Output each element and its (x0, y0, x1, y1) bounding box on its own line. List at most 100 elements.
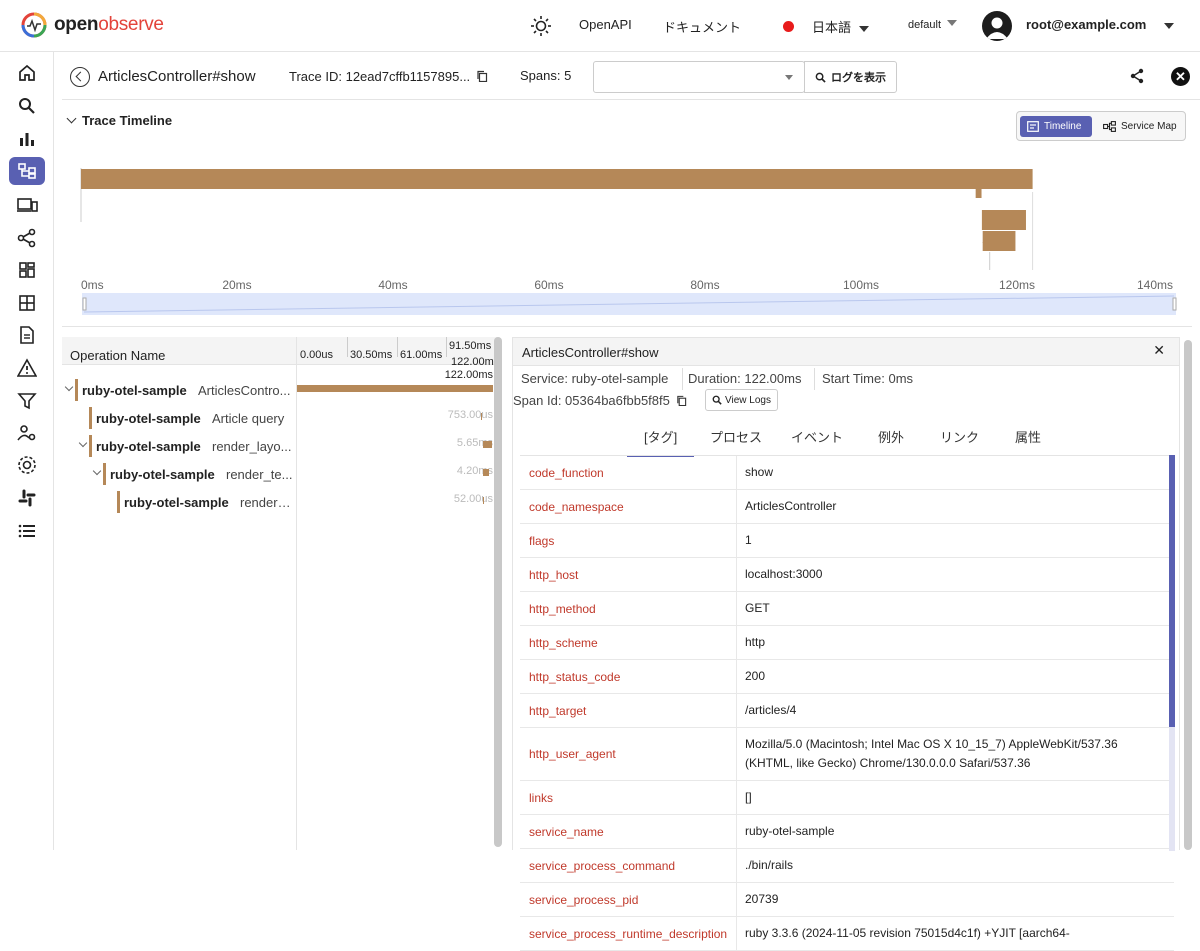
logo-icon (21, 12, 47, 38)
tab-tags[interactable]: [タグ] (627, 427, 695, 457)
share-icon[interactable] (1130, 68, 1144, 89)
trace-timeline-toggle[interactable]: Trace Timeline (66, 113, 172, 128)
sidebar-item-streams[interactable] (9, 289, 45, 317)
span-detail-title: ArticlesController#show (522, 345, 659, 360)
tag-row: flags 1 (520, 524, 1174, 558)
tag-value: 200 (745, 669, 766, 683)
user-menu[interactable]: root@example.com (1026, 17, 1175, 32)
tick-line (347, 337, 348, 357)
span-tree-row[interactable]: ruby-otel-sample render_... 52.00us (62, 488, 497, 516)
trace-timeline-chart[interactable]: 0ms 20ms 40ms 60ms 80ms 100ms 120ms 140ms (54, 152, 1200, 320)
sidebar-item-rum[interactable] (9, 191, 45, 219)
back-button[interactable] (70, 67, 90, 87)
view-logs-label: View Logs (725, 394, 771, 406)
filter-icon (17, 393, 37, 410)
copy-icon[interactable] (676, 395, 687, 407)
page-scrollbar[interactable] (1184, 340, 1192, 850)
tag-key: http_host (520, 558, 737, 591)
span-color-marker (89, 435, 92, 457)
axis-tick-label: 120ms (999, 278, 1035, 292)
service-map-view-label: Service Map (1121, 121, 1177, 132)
timeline-span-bar[interactable] (982, 231, 1016, 251)
sidebar-item-functions[interactable] (9, 387, 45, 415)
span-duration-label: 52.00us (453, 493, 493, 505)
org-select[interactable]: default (908, 19, 958, 31)
axis-tick-label: 40ms (378, 278, 407, 292)
span-tree-row[interactable]: ruby-otel-sample Article query 753.00us (62, 404, 497, 432)
close-icon[interactable]: ✕ (1171, 67, 1190, 86)
document-icon (20, 326, 34, 344)
span-duration-label: 753.00us (447, 409, 493, 421)
span-bar[interactable] (482, 497, 484, 504)
tag-key: http_target (520, 694, 737, 727)
sidebar-item-iam[interactable] (9, 419, 45, 447)
view-logs-button[interactable]: ログを表示 (804, 61, 897, 93)
sidebar-item-metrics[interactable] (9, 125, 45, 153)
timeline-span-bar[interactable] (982, 242, 985, 243)
sidebar-item-pipelines[interactable] (9, 224, 45, 252)
copy-icon[interactable] (476, 70, 488, 83)
chevron-down-icon[interactable] (64, 382, 74, 392)
timeline-span-bar[interactable] (981, 210, 1026, 230)
sidebar-item-about[interactable] (9, 517, 45, 545)
tab-exceptions[interactable]: 例外 (878, 427, 904, 446)
timeline-span-bar[interactable] (975, 188, 982, 198)
theme-toggle-icon[interactable] (530, 15, 552, 42)
trace-details-main: ArticlesController#show Trace ID: 12ead7… (54, 52, 1200, 951)
tab-links[interactable]: リンク (940, 427, 979, 446)
span-bar[interactable] (297, 385, 493, 392)
axis-tick-label: 60ms (534, 278, 563, 292)
language-flag-icon (783, 21, 794, 32)
tag-row: http_target/articles/4 (520, 694, 1174, 728)
tag-key: code_function (520, 456, 737, 489)
span-service-name: ruby-otel-sample (110, 467, 215, 482)
service-map-view-button[interactable]: Service Map (1096, 116, 1184, 137)
tag-row: http_host localhost:3000 (520, 558, 1174, 592)
sidebar-item-slack[interactable] (9, 484, 45, 512)
axis-tick-label: 20ms (222, 278, 251, 292)
sidebar-item-home[interactable] (9, 59, 45, 87)
sidebar-item-settings[interactable] (9, 451, 45, 479)
span-service: Service: ruby-otel-sample (521, 371, 669, 386)
close-icon[interactable]: ✕ (1153, 342, 1165, 359)
span-tree-row[interactable]: ruby-otel-sample render_te... 4.20ms (62, 460, 497, 488)
openapi-link[interactable]: OpenAPI (579, 17, 632, 32)
language-select[interactable]: 日本語 (812, 17, 870, 36)
span-tree-ticks: 0.00us 30.50ms 61.00ms 91.50ms 122.00ms (297, 337, 499, 368)
docs-link[interactable]: ドキュメント (663, 17, 741, 36)
chevron-down-icon (66, 113, 77, 124)
span-bar[interactable] (482, 469, 490, 476)
sidebar-item-dashboards[interactable] (9, 256, 45, 284)
timeline-view-button[interactable]: Timeline (1020, 116, 1092, 137)
span-bar[interactable] (481, 413, 483, 420)
timeline-span-bar[interactable] (81, 169, 1033, 189)
span-tree-scrollbar[interactable] (494, 337, 502, 847)
span-service-name: ruby-otel-sample (96, 411, 201, 426)
avatar[interactable] (982, 11, 1012, 41)
sidebar (0, 52, 54, 850)
sidebar-item-reports[interactable] (9, 321, 45, 349)
sidebar-item-alerts[interactable] (9, 354, 45, 382)
span-tree-row[interactable]: ruby-otel-sample ArticlesContro... 122.00m… (62, 369, 497, 404)
span-view-logs-button[interactable]: View Logs (705, 389, 778, 411)
openobserve-logo[interactable]: openobserve (20, 11, 164, 39)
sidebar-item-search[interactable] (9, 92, 45, 120)
span-color-marker (75, 379, 78, 401)
tag-row: http_scheme http (520, 626, 1174, 660)
sidebar-item-traces[interactable] (9, 157, 45, 185)
tab-events[interactable]: イベント (791, 427, 843, 446)
tick-label: 61.00ms (400, 349, 443, 361)
span-tree-row[interactable]: ruby-otel-sample render_layo... 5.65ms (62, 432, 497, 460)
tag-value: GET (745, 601, 770, 615)
span-bar[interactable] (482, 441, 492, 448)
chevron-down-icon[interactable] (92, 466, 102, 476)
tab-process[interactable]: プロセス (710, 427, 762, 446)
trace-title: ArticlesController#show (98, 68, 256, 85)
language-label: 日本語 (812, 20, 852, 35)
tags-scrollbar-thumb[interactable] (1169, 455, 1175, 727)
stream-select[interactable] (593, 61, 805, 93)
chevron-down-icon[interactable] (78, 438, 88, 448)
tab-attributes[interactable]: 属性 (1015, 427, 1041, 446)
span-count: Spans: 5 (520, 68, 572, 83)
tag-value: /articles/4 (745, 703, 797, 717)
